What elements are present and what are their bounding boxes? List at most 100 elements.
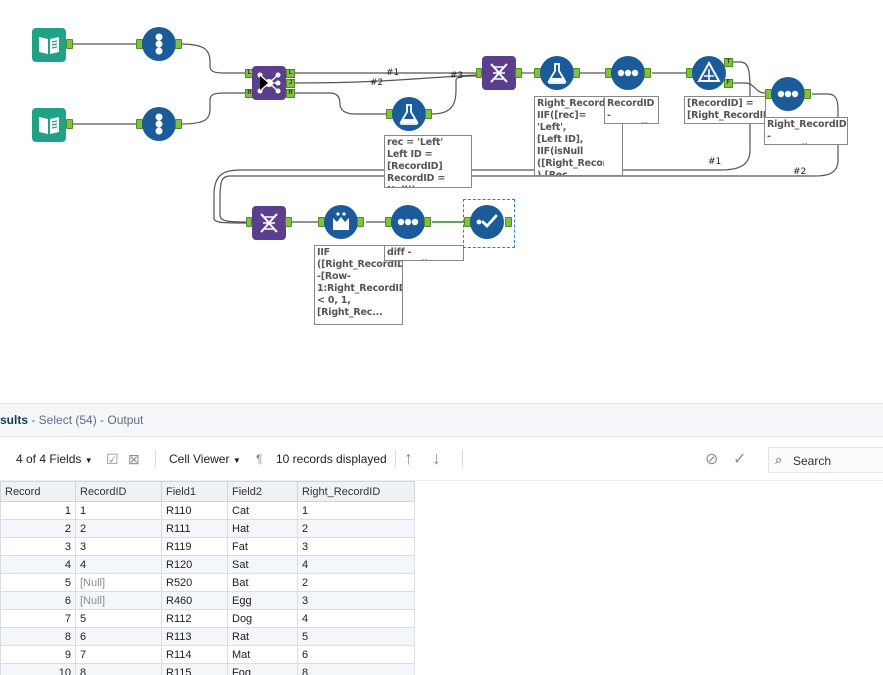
column-header-right-recordid[interactable]: Right_RecordID <box>297 481 415 502</box>
output-anchor[interactable] <box>644 68 651 78</box>
output-anchor[interactable] <box>425 109 432 119</box>
table-cell[interactable]: 6 <box>297 645 415 664</box>
table-cell[interactable]: 5 <box>75 609 162 628</box>
formula-tool-1[interactable] <box>392 97 426 131</box>
table-cell[interactable]: Cat <box>227 501 298 520</box>
sort-tool-3[interactable] <box>391 205 425 239</box>
table-cell[interactable]: 8 <box>75 663 162 675</box>
table-cell[interactable]: Egg <box>227 591 298 610</box>
table-cell[interactable]: 5 <box>297 627 415 646</box>
table-cell[interactable]: 6 <box>0 591 76 610</box>
table-cell[interactable]: 4 <box>297 609 415 628</box>
table-cell[interactable]: 1 <box>75 501 162 520</box>
table-cell[interactable]: R112 <box>161 609 228 628</box>
multi-row-formula-tool[interactable] <box>324 205 358 239</box>
table-cell[interactable]: 10 <box>0 663 76 675</box>
output-anchor[interactable] <box>505 217 512 227</box>
table-cell[interactable]: Mat <box>227 645 298 664</box>
filter-tool[interactable] <box>692 56 726 90</box>
union-tool[interactable] <box>482 56 516 90</box>
filter-output-true[interactable]: T <box>724 58 733 67</box>
output-anchor[interactable] <box>424 217 431 227</box>
edit-checkbox-icon[interactable]: ☑ <box>106 451 119 468</box>
table-cell[interactable]: Fat <box>227 537 298 556</box>
table-row[interactable]: 10 8 R115 Fog 8 <box>0 663 415 675</box>
formula-tool-2[interactable] <box>540 56 574 90</box>
table-row[interactable]: 8 6 R113 Rat 5 <box>0 627 415 646</box>
join-output-join[interactable]: J <box>286 79 295 88</box>
table-cell[interactable]: 3 <box>0 537 76 556</box>
table-cell[interactable]: 9 <box>0 645 76 664</box>
output-anchor[interactable] <box>515 68 522 78</box>
table-cell[interactable]: Hat <box>227 519 298 538</box>
arrow-down-icon[interactable]: ↓ <box>432 448 441 469</box>
table-row[interactable]: 9 7 R114 Mat 6 <box>0 645 415 664</box>
output-anchor[interactable] <box>175 119 182 129</box>
join-tool[interactable] <box>252 66 286 100</box>
table-cell[interactable]: Dog <box>227 609 298 628</box>
table-cell[interactable]: 3 <box>297 591 415 610</box>
table-cell[interactable]: R520 <box>161 573 228 592</box>
table-cell[interactable]: R114 <box>161 645 228 664</box>
table-cell[interactable]: 2 <box>297 573 415 592</box>
table-cell[interactable]: [Null] <box>75 591 162 610</box>
table-cell[interactable]: 2 <box>75 519 162 538</box>
table-cell[interactable]: 8 <box>0 627 76 646</box>
output-anchor[interactable] <box>357 217 364 227</box>
table-cell[interactable]: 4 <box>0 555 76 574</box>
table-cell[interactable]: [Null] <box>75 573 162 592</box>
table-cell[interactable]: R120 <box>161 555 228 574</box>
table-row[interactable]: 7 5 R112 Dog 4 <box>0 609 415 628</box>
select-tool[interactable] <box>470 205 504 239</box>
table-cell[interactable]: 6 <box>75 627 162 646</box>
filter-output-false[interactable]: F <box>724 79 733 88</box>
join-output-left[interactable]: L <box>286 69 295 78</box>
table-cell[interactable]: R460 <box>161 591 228 610</box>
workflow-canvas[interactable]: #1 #2 #3 #1 #2 L R L J R rec = 'Left' Le… <box>0 0 883 403</box>
table-cell[interactable]: 2 <box>297 519 415 538</box>
output-anchor[interactable] <box>573 68 580 78</box>
column-header-field1[interactable]: Field1 <box>161 481 228 502</box>
input-data-tool-2[interactable] <box>32 108 66 142</box>
table-cell[interactable]: 2 <box>0 519 76 538</box>
table-cell[interactable]: Sat <box>227 555 298 574</box>
sort-tool-2[interactable] <box>771 77 805 111</box>
deselect-icon[interactable]: ⊠ <box>128 451 140 468</box>
table-cell[interactable]: R113 <box>161 627 228 646</box>
column-header-field2[interactable]: Field2 <box>227 481 298 502</box>
table-cell[interactable]: Rat <box>227 627 298 646</box>
search-input[interactable]: ⌕ Search <box>768 447 883 473</box>
table-cell[interactable]: 7 <box>75 645 162 664</box>
table-cell[interactable]: R110 <box>161 501 228 520</box>
table-cell[interactable]: 3 <box>75 537 162 556</box>
check-icon[interactable]: ✓ <box>733 449 746 469</box>
output-anchor[interactable] <box>66 39 73 49</box>
join-multiple-tool[interactable] <box>252 206 286 240</box>
table-cell[interactable]: R119 <box>161 537 228 556</box>
table-cell[interactable]: 1 <box>0 501 76 520</box>
output-anchor[interactable] <box>66 119 73 129</box>
table-cell[interactable]: R115 <box>161 663 228 675</box>
pilcrow-icon[interactable]: ¶ <box>256 452 262 466</box>
table-cell[interactable]: 7 <box>0 609 76 628</box>
arrow-up-icon[interactable]: ↑ <box>404 448 413 469</box>
output-anchor[interactable] <box>285 217 292 227</box>
fields-dropdown[interactable]: 4 of 4 Fields ▼ <box>16 452 93 466</box>
input-data-tool-1[interactable] <box>32 28 66 62</box>
output-anchor[interactable] <box>804 89 811 99</box>
record-id-tool-2[interactable] <box>142 107 176 141</box>
column-header-record[interactable]: Record <box>0 481 76 502</box>
table-row[interactable]: 3 3 R119 Fat 3 <box>0 537 415 556</box>
table-cell[interactable]: 3 <box>297 537 415 556</box>
cell-viewer-dropdown[interactable]: Cell Viewer ▼ <box>169 452 241 466</box>
output-anchor[interactable] <box>175 39 182 49</box>
record-id-tool-1[interactable] <box>142 27 176 61</box>
table-cell[interactable]: 5 <box>0 573 76 592</box>
sort-tool-1[interactable] <box>611 56 645 90</box>
cancel-circle-icon[interactable]: ⊘ <box>705 449 718 469</box>
table-cell[interactable]: 1 <box>297 501 415 520</box>
table-row[interactable]: 6 [Null] R460 Egg 3 <box>0 591 415 610</box>
table-cell[interactable]: 4 <box>75 555 162 574</box>
table-row[interactable]: 2 2 R111 Hat 2 <box>0 519 415 538</box>
table-cell[interactable]: 4 <box>297 555 415 574</box>
